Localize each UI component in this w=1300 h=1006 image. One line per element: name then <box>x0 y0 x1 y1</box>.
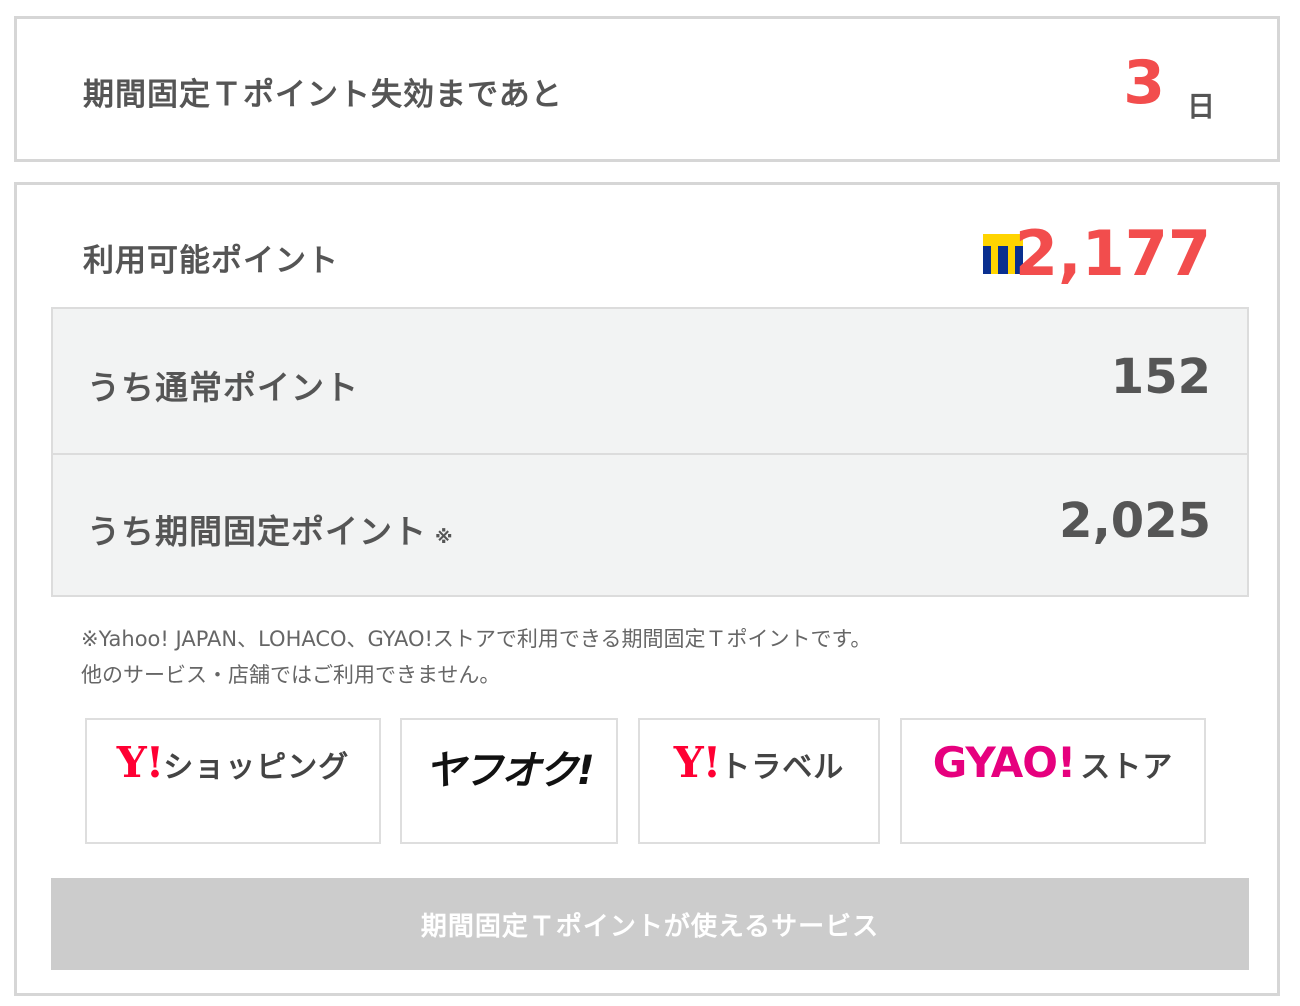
expiry-panel: 期間固定Ｔポイント失効まであと 3 日 <box>14 16 1280 162</box>
fixed-points-services-button[interactable]: 期間固定Ｔポイントが使えるサービス <box>51 878 1249 970</box>
yafuoku-logo: ヤフオク! <box>425 748 594 794</box>
points-panel: 利用可能ポイント 2,177 うち通常ポイント 152 うち期間固定ポイント ※ … <box>14 182 1280 996</box>
fixed-points-value: 2,025 <box>1059 493 1211 549</box>
expiry-days-unit: 日 <box>1186 90 1215 123</box>
expiry-days-value: 3 <box>1123 48 1165 118</box>
fixed-points-note-mark: ※ <box>435 527 454 548</box>
fixed-points-row: うち期間固定ポイント ※ 2,025 <box>53 453 1247 597</box>
service-shopping-button[interactable]: Y!ショッピング <box>85 718 381 844</box>
yahoo-logo: Y! <box>116 738 164 787</box>
service-travel-name: トラベル <box>720 750 845 785</box>
service-gyao-store-button[interactable]: GYAO! ストア <box>900 718 1206 844</box>
available-points-label: 利用可能ポイント <box>83 243 339 279</box>
available-points-value: 2,177 <box>1014 217 1211 290</box>
service-gyao-store-name: ストア <box>1080 750 1174 785</box>
service-shopping-name: ショッピング <box>163 750 350 785</box>
usage-note-line1: ※Yahoo! JAPAN、LOHACO、GYAO!ストアで利用できる期間固定Ｔ… <box>81 627 872 651</box>
service-travel-button[interactable]: Y!トラベル <box>638 718 880 844</box>
normal-points-value: 152 <box>1110 349 1211 405</box>
service-auction-button[interactable]: ヤフオク! <box>400 718 618 844</box>
normal-points-label: うち通常ポイント <box>87 368 359 407</box>
yahoo-logo: Y! <box>673 738 721 787</box>
normal-points-row: うち通常ポイント 152 <box>53 309 1247 455</box>
fixed-points-label: うち期間固定ポイント <box>87 512 427 551</box>
gyao-logo: GYAO! <box>932 738 1076 787</box>
usage-note: ※Yahoo! JAPAN、LOHACO、GYAO!ストアで利用できる期間固定Ｔ… <box>81 621 871 693</box>
usage-note-line2: 他のサービス・店舗ではご利用できません。 <box>81 663 501 687</box>
points-breakdown: うち通常ポイント 152 うち期間固定ポイント ※ 2,025 <box>51 307 1249 597</box>
expiry-label: 期間固定Ｔポイント失効まであと <box>83 77 563 113</box>
